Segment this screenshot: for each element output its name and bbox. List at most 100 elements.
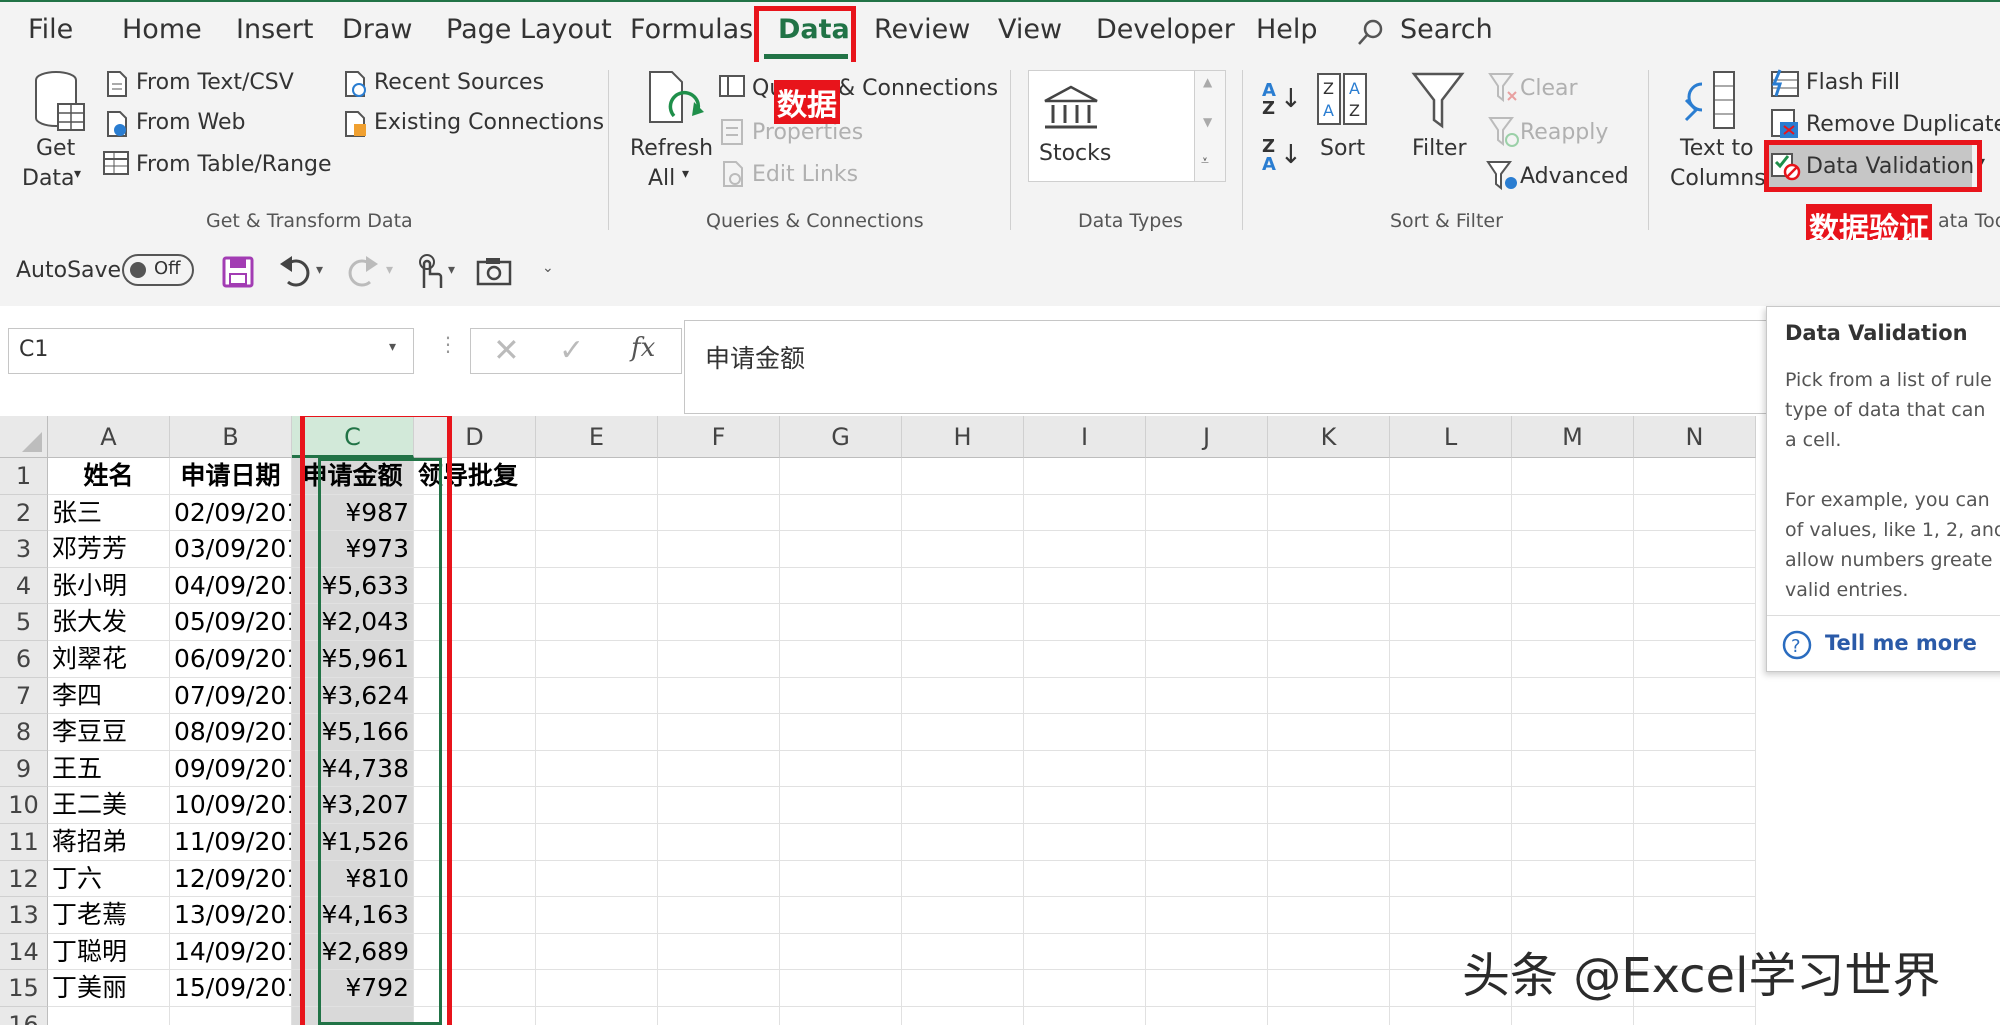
cell[interactable] xyxy=(1268,567,1390,605)
cell[interactable] xyxy=(1268,750,1390,788)
date-cell[interactable]: 02/09/2019 xyxy=(170,494,292,532)
from-table-range-button[interactable]: From Table/Range xyxy=(136,152,332,177)
cell[interactable] xyxy=(658,750,780,788)
cell[interactable] xyxy=(1024,1007,1146,1025)
cell[interactable] xyxy=(1024,933,1146,971)
tab-view[interactable]: View xyxy=(998,14,1062,45)
cell[interactable] xyxy=(1390,531,1512,568)
row-header[interactable]: 6 xyxy=(0,641,48,678)
cell[interactable] xyxy=(780,970,902,1007)
cell[interactable] xyxy=(1390,458,1512,495)
cell[interactable] xyxy=(536,641,658,678)
cell[interactable] xyxy=(1390,824,1512,861)
cell[interactable] xyxy=(1390,494,1512,532)
cell[interactable] xyxy=(1268,641,1390,678)
name-cell[interactable]: 邓芳芳 xyxy=(48,531,170,568)
cell[interactable] xyxy=(1512,1007,1634,1025)
cell[interactable] xyxy=(1634,641,1756,678)
cell[interactable] xyxy=(1268,787,1390,824)
cell[interactable] xyxy=(780,567,902,605)
date-cell[interactable]: 09/09/2019 xyxy=(170,750,292,788)
cell[interactable] xyxy=(1390,714,1512,751)
cell[interactable] xyxy=(1634,458,1756,495)
cell[interactable] xyxy=(1512,750,1634,788)
cell[interactable] xyxy=(1268,531,1390,568)
cell[interactable] xyxy=(780,604,902,641)
camera-icon[interactable] xyxy=(476,256,512,286)
cell[interactable] xyxy=(1024,750,1146,788)
row-header[interactable]: 15 xyxy=(0,970,48,1007)
cell[interactable] xyxy=(1634,677,1756,715)
cell[interactable] xyxy=(1268,970,1390,1007)
help-icon[interactable]: ? xyxy=(1781,629,1813,661)
worksheet-grid[interactable]: ABCDEFGHIJKLMN 1 2 3 4 5 6 7 8 9 10 11 12 13 14 15 16 姓… xyxy=(0,416,2000,1025)
refresh-all-button-line2[interactable]: All xyxy=(648,166,675,191)
cell[interactable] xyxy=(1512,567,1634,605)
cell[interactable] xyxy=(536,824,658,861)
cell[interactable] xyxy=(1512,458,1634,495)
tab-page-layout[interactable]: Page Layout xyxy=(446,14,612,45)
cell[interactable] xyxy=(536,714,658,751)
date-cell[interactable]: 14/09/2019 xyxy=(170,933,292,971)
cell[interactable] xyxy=(780,714,902,751)
name-cell[interactable]: 王五 xyxy=(48,750,170,788)
chevron-down-icon[interactable]: ▾ xyxy=(682,166,689,182)
cell[interactable] xyxy=(48,1007,170,1025)
cell[interactable] xyxy=(658,933,780,971)
cell[interactable] xyxy=(1634,860,1756,898)
row-header[interactable]: 9 xyxy=(0,750,48,788)
cell[interactable] xyxy=(1024,787,1146,824)
cell[interactable] xyxy=(780,933,902,971)
cell[interactable] xyxy=(1390,860,1512,898)
select-all-corner[interactable] xyxy=(0,416,48,458)
cell[interactable] xyxy=(1146,824,1268,861)
save-icon[interactable] xyxy=(222,256,254,288)
cell[interactable] xyxy=(1146,494,1268,532)
cell[interactable] xyxy=(1268,1007,1390,1025)
cell[interactable] xyxy=(1024,604,1146,641)
cell[interactable] xyxy=(1024,567,1146,605)
scroll-up-icon[interactable]: ▲ xyxy=(1203,75,1212,89)
column-header-l[interactable]: L xyxy=(1390,416,1512,458)
cell[interactable] xyxy=(902,458,1024,495)
cell[interactable] xyxy=(1512,824,1634,861)
cell[interactable] xyxy=(1634,750,1756,788)
name-cell[interactable]: 蒋招弟 xyxy=(48,824,170,861)
cell[interactable] xyxy=(658,787,780,824)
cell[interactable] xyxy=(536,458,658,495)
cell[interactable] xyxy=(1024,458,1146,495)
cell[interactable] xyxy=(1512,677,1634,715)
column-header-j[interactable]: J xyxy=(1146,416,1268,458)
cell[interactable] xyxy=(1146,860,1268,898)
cell[interactable] xyxy=(536,1007,658,1025)
cell[interactable] xyxy=(780,531,902,568)
flash-fill-button[interactable]: Flash Fill xyxy=(1806,70,1900,95)
from-web-button[interactable]: From Web xyxy=(136,110,245,135)
cell[interactable] xyxy=(1146,750,1268,788)
cell[interactable] xyxy=(1268,714,1390,751)
row-header[interactable]: 3 xyxy=(0,531,48,568)
cell[interactable] xyxy=(902,824,1024,861)
cell[interactable] xyxy=(1634,567,1756,605)
cell[interactable] xyxy=(902,750,1024,788)
cell[interactable] xyxy=(1268,897,1390,934)
cell[interactable] xyxy=(658,604,780,641)
cell[interactable] xyxy=(1512,604,1634,641)
cell[interactable] xyxy=(658,458,780,495)
row-header[interactable]: 5 xyxy=(0,604,48,641)
cell[interactable] xyxy=(1268,860,1390,898)
name-cell[interactable]: 李四 xyxy=(48,677,170,715)
cell[interactable] xyxy=(780,494,902,532)
row-header[interactable]: 11 xyxy=(0,824,48,861)
tab-data[interactable]: Data xyxy=(778,14,850,45)
name-cell[interactable]: 丁老蔫 xyxy=(48,897,170,934)
cell[interactable] xyxy=(1512,531,1634,568)
refresh-all-button[interactable]: Refresh xyxy=(630,136,713,161)
cell[interactable] xyxy=(1024,677,1146,715)
cell[interactable] xyxy=(780,897,902,934)
column-header-i[interactable]: I xyxy=(1024,416,1146,458)
cell[interactable] xyxy=(902,494,1024,532)
cell[interactable] xyxy=(658,824,780,861)
cell[interactable] xyxy=(1024,897,1146,934)
cell[interactable] xyxy=(902,714,1024,751)
